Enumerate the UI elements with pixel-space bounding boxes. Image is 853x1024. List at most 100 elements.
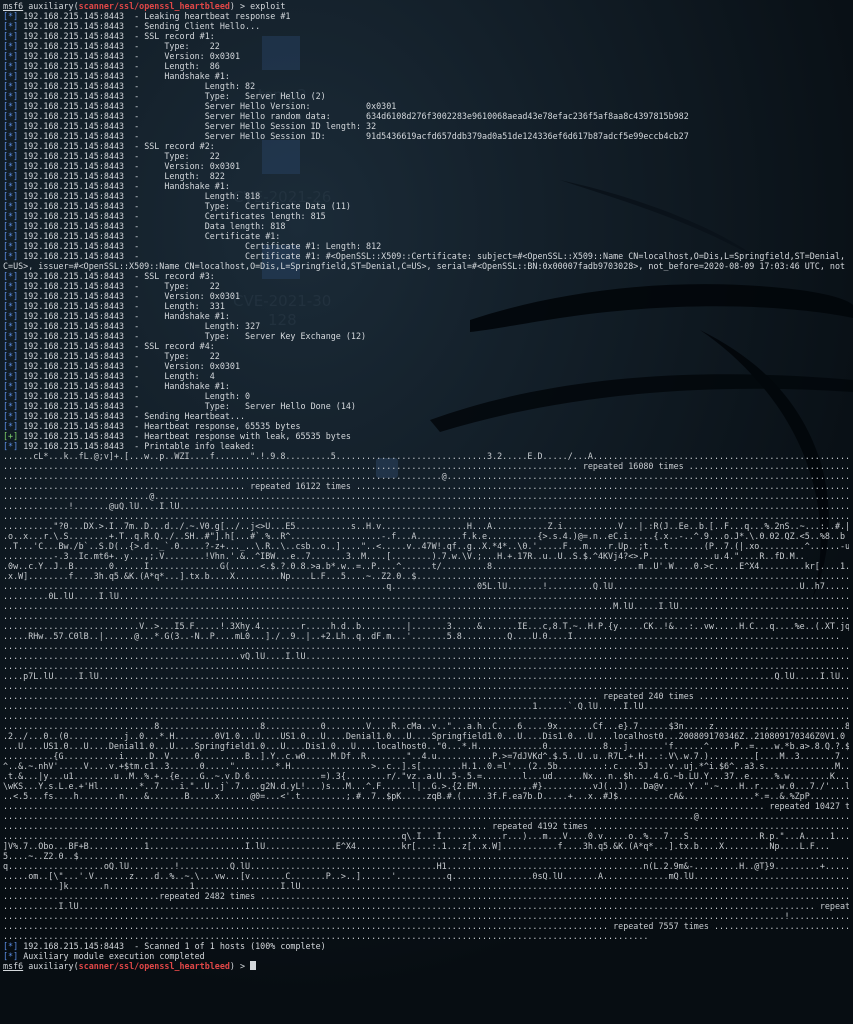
output-message: 192.168.215.145:8443 - Version: 0x0301 xyxy=(23,51,241,61)
info-marker: [*] xyxy=(3,51,19,61)
output-message: 192.168.215.145:8443 - Heartbeat respons… xyxy=(23,431,351,441)
prompt-module-type: auxiliary xyxy=(28,961,74,971)
info-marker: [*] xyxy=(3,951,19,961)
output-line: [*] 192.168.215.145:8443 - Type: 22 xyxy=(3,281,849,291)
leak-dump-line: ........................................… xyxy=(3,661,849,671)
output-line: [*] 192.168.215.145:8443 - Type: 22 xyxy=(3,351,849,361)
info-marker: [*] xyxy=(3,71,19,81)
output-line: [*] 192.168.215.145:8443 - Server Hello … xyxy=(3,121,849,131)
info-marker: [*] xyxy=(3,251,19,261)
output-line: [*] 192.168.215.145:8443 - Certificates … xyxy=(3,211,849,221)
info-marker: [*] xyxy=(3,141,19,151)
output-message: 192.168.215.145:8443 - Length: 327 xyxy=(23,321,261,331)
output-line: [*] 192.168.215.145:8443 - SSL record #2… xyxy=(3,141,849,151)
output-line: [*] 192.168.215.145:8443 - Version: 0x03… xyxy=(3,291,849,301)
leak-dump-line: .2../...0..(0...........j..0...*.H......… xyxy=(3,731,846,741)
terminal-window[interactable]: msf6 auxiliary(scanner/ssl/openssl_heart… xyxy=(3,1,849,971)
info-marker: [*] xyxy=(3,111,19,121)
output-line: [*] 192.168.215.145:8443 - Certificate #… xyxy=(3,241,849,251)
prompt-arrow: > xyxy=(234,961,251,971)
leak-dump-line: ........................................… xyxy=(3,581,849,591)
info-marker: [*] xyxy=(3,131,19,141)
output-line: [*] 192.168.215.145:8443 - Certificate #… xyxy=(3,231,849,241)
output-line: [*] 192.168.215.145:8443 - Type: 22 xyxy=(3,41,849,51)
output-line: [*] 192.168.215.145:8443 - Length: 4 xyxy=(3,371,849,381)
output-message: 192.168.215.145:8443 - Handshake #1: xyxy=(23,71,230,81)
output-line: [*] 192.168.215.145:8443 - Type: Server … xyxy=(3,401,849,411)
leak-dump-line: ]V%.7..Obo...BF+B...........1...........… xyxy=(3,841,830,851)
success-marker: [+] xyxy=(3,431,19,441)
prompt-arrow: > xyxy=(234,1,251,11)
output-line: [+] 192.168.215.145:8443 - Heartbeat res… xyxy=(3,431,849,441)
leak-dump-line: ........................................… xyxy=(3,641,849,651)
leak-dump-line: ........................................… xyxy=(3,681,849,691)
info-marker: [*] xyxy=(3,331,19,341)
output-line: [*] 192.168.215.145:8443 - SSL record #3… xyxy=(3,271,849,281)
leak-dump-line: .t.&...|y...u1........u..M..%.+..{e....G… xyxy=(3,771,849,781)
info-marker: [*] xyxy=(3,271,19,281)
info-marker: [*] xyxy=(3,401,19,411)
output-message: 192.168.215.145:8443 - Printable info le… xyxy=(23,441,256,451)
output-message: 192.168.215.145:8443 - Server Hello Sess… xyxy=(23,131,689,141)
leak-dump-line: \wKS...Y.s.L.e.+'Hl........*..7....i."..… xyxy=(3,781,849,791)
output-message: 192.168.215.145:8443 - Sending Heartbeat… xyxy=(23,411,246,421)
output-line: [*] 192.168.215.145:8443 - Length: 0 xyxy=(3,391,849,401)
info-marker: [*] xyxy=(3,101,19,111)
output-message: 192.168.215.145:8443 - Heartbeat respons… xyxy=(23,421,301,431)
scan-output: [*] 192.168.215.145:8443 - Leaking heart… xyxy=(3,11,849,451)
output-message: 192.168.215.145:8443 - Type: Server Key … xyxy=(23,331,367,341)
text-cursor[interactable] xyxy=(250,961,257,970)
info-marker: [*] xyxy=(3,361,19,371)
leak-dump-line: ...........I.lU.........................… xyxy=(3,901,849,911)
leak-dump-line: ........................................… xyxy=(3,701,849,711)
leak-dump-line: ........................................… xyxy=(3,911,849,921)
output-message: 192.168.215.145:8443 - Type: 22 xyxy=(23,281,220,291)
output-line: [*] 192.168.215.145:8443 - SSL record #4… xyxy=(3,341,849,351)
leak-dump-line: .........0L.lU.....I.lU.................… xyxy=(3,591,849,601)
info-marker: [*] xyxy=(3,291,19,301)
info-marker: [*] xyxy=(3,351,19,361)
output-message: 192.168.215.145:8443 - Length: 822 xyxy=(23,171,225,181)
leak-dump-line: ........................................… xyxy=(3,831,849,841)
final-prompt-line[interactable]: msf6 auxiliary(scanner/ssl/openssl_heart… xyxy=(3,961,849,971)
summary-line: [*] 192.168.215.145:8443 - Scanned 1 of … xyxy=(3,941,849,951)
output-line: [*] 192.168.215.145:8443 - Length: 331 xyxy=(3,301,849,311)
output-message: 192.168.215.145:8443 - Version: 0x0301 xyxy=(23,291,241,301)
leak-dump-line: ........................................… xyxy=(3,461,849,471)
info-marker: [*] xyxy=(3,61,19,71)
prompt-msf6: msf6 xyxy=(3,1,24,11)
output-line: [*] 192.168.215.145:8443 - Version: 0x03… xyxy=(3,161,849,171)
leak-dump-line: .............................@..........… xyxy=(3,491,849,501)
summary-line: [*] Auxiliary module execution completed xyxy=(3,951,849,961)
leak-dump-line: ....p7L.lU.....I.lU.....................… xyxy=(3,671,849,681)
leak-dump-line: ........................................… xyxy=(3,511,849,521)
info-marker: [*] xyxy=(3,201,19,211)
info-marker: [*] xyxy=(3,121,19,131)
info-marker: [*] xyxy=(3,11,19,21)
leak-dump-line: .....RHw..57.C0lB..|......@...*.G(3..-N.… xyxy=(3,631,841,641)
output-line: [*] 192.168.215.145:8443 - Type: Certifi… xyxy=(3,201,849,211)
leak-dump-line: .x.W]........f....3h.q5.&K.(A*q*...].tx.… xyxy=(3,571,849,581)
output-message: 192.168.215.145:8443 - Leaking heartbeat… xyxy=(23,11,291,21)
output-message: 192.168.215.145:8443 - Type: Certificate… xyxy=(23,201,351,211)
info-marker: [*] xyxy=(3,281,19,291)
output-message: 192.168.215.145:8443 - SSL record #4: xyxy=(23,341,215,351)
output-message: 192.168.215.145:8443 - Type: Server Hell… xyxy=(23,91,326,101)
output-message: 192.168.215.145:8443 - Length: 818 xyxy=(23,191,261,201)
leak-dump-line: ..........-.3..Ic.mt6+..y...,;.V........… xyxy=(3,551,805,561)
info-marker: [*] xyxy=(3,391,19,401)
output-message: 192.168.215.145:8443 - Type: 22 xyxy=(23,41,220,51)
output-message: 192.168.215.145:8443 - SSL record #3: xyxy=(23,271,215,281)
output-message: 192.168.215.145:8443 - Type: Server Hell… xyxy=(23,401,356,411)
info-marker: [*] xyxy=(3,221,19,231)
info-marker: [*] xyxy=(3,21,19,31)
output-message: 192.168.215.145:8443 - Sending Client He… xyxy=(23,21,261,31)
output-message: 192.168.215.145:8443 - Server Hello rand… xyxy=(23,111,689,121)
output-line: [*] 192.168.215.145:8443 - Printable inf… xyxy=(3,441,849,451)
leak-dump-line: ^..&.~.nhV'.....V....v.+$tm.c1..3......0… xyxy=(3,761,849,771)
output-line: [*] 192.168.215.145:8443 - Sending Heart… xyxy=(3,411,849,421)
output-line: [*] 192.168.215.145:8443 - Certificate #… xyxy=(3,251,849,271)
info-marker: [*] xyxy=(3,241,19,251)
output-line: [*] 192.168.215.145:8443 - Handshake #1: xyxy=(3,311,849,321)
output-message: 192.168.215.145:8443 - Length: 331 xyxy=(23,301,225,311)
